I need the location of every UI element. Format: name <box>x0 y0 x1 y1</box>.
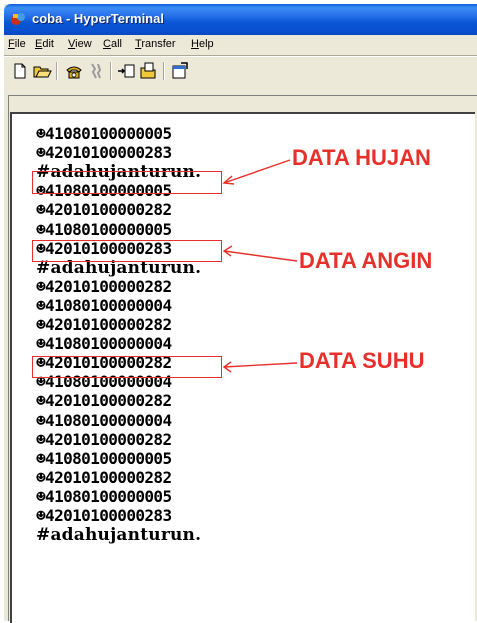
toolbar-separator <box>163 62 165 80</box>
terminal-data-line: ☻42010100000282 <box>36 429 172 449</box>
terminal-data-line: ☻42010100000282 <box>36 200 172 220</box>
highlight-box-suhu <box>32 356 222 378</box>
open-icon[interactable] <box>32 61 52 81</box>
terminal-data-line: ☻42010100000282 <box>36 391 172 411</box>
terminal-data-line: ☻41080100000005 <box>36 124 172 143</box>
annotation-data-angin: DATA ANGIN <box>299 248 433 273</box>
terminal-message-line: #adahujanturun. <box>36 525 202 546</box>
send-icon[interactable] <box>117 61 137 81</box>
terminal-data-line: ☻41080100000004 <box>36 334 172 354</box>
terminal-data-line: ☻41080100000004 <box>36 295 172 315</box>
terminal-data-line: ☻42010100000283 <box>36 143 172 163</box>
terminal-data-line: ☻42010100000283 <box>36 506 172 525</box>
toolbar <box>4 57 477 85</box>
terminal-data-line: ☻42010100000282 <box>36 467 172 487</box>
terminal-data-line: ☻41080100000004 <box>36 410 172 430</box>
annotation-data-suhu: DATA SUHU <box>299 348 425 373</box>
menu-edit[interactable]: Edit <box>35 38 54 50</box>
menu-call[interactable]: Call <box>103 38 122 50</box>
toolbar-separator <box>110 62 112 80</box>
highlight-box-angin <box>32 240 222 262</box>
toolbar-separator <box>56 62 58 80</box>
menu-view[interactable]: View <box>68 38 92 50</box>
highlight-box-hujan <box>32 171 222 194</box>
hyperterminal-app-icon[interactable] <box>10 11 26 27</box>
disconnect-icon[interactable] <box>86 61 106 81</box>
terminal-data-line: ☻41080100000005 <box>36 486 172 506</box>
terminal-data-line: ☻41080100000005 <box>36 448 172 468</box>
new-icon[interactable] <box>10 61 30 81</box>
properties-icon[interactable] <box>170 61 190 81</box>
menu-help[interactable]: Help <box>191 38 214 50</box>
title-bar[interactable]: coba - HyperTerminal <box>4 4 477 35</box>
terminal-data-line: ☻42010100000282 <box>36 276 172 296</box>
annotation-data-hujan: DATA HUJAN <box>292 145 431 170</box>
terminal-data-line: ☻41080100000005 <box>36 219 172 239</box>
receive-icon[interactable] <box>139 61 159 81</box>
call-icon[interactable] <box>64 61 84 81</box>
menu-file[interactable]: File <box>8 38 26 50</box>
terminal-data-line: ☻42010100000282 <box>36 315 172 334</box>
menu-transfer[interactable]: Transfer <box>135 38 176 50</box>
menu-bar: File Edit View Call Transfer Help <box>4 35 477 55</box>
window-title: coba - HyperTerminal <box>32 11 164 26</box>
